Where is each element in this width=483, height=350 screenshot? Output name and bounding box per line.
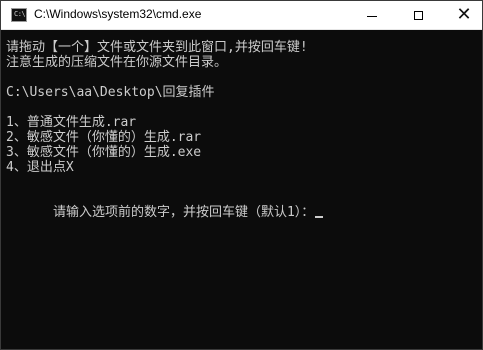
terminal-icon[interactable]: C:\: [11, 8, 27, 22]
console-output[interactable]: 请拖动【一个】文件或文件夹到此窗口,并按回车键! 注意生成的压缩文件在你源文件目…: [1, 30, 482, 349]
title-bar[interactable]: C:\ C:\Windows\system32\cmd.exe ✕: [1, 1, 482, 30]
console-line: 2、敏感文件（你懂的）生成.rar: [6, 130, 202, 145]
cmd-window: C:\ C:\Windows\system32\cmd.exe ✕ 请拖动【一个…: [0, 0, 483, 350]
console-line: 1、普通文件生成.rar: [6, 115, 137, 130]
console-line: 3、敏感文件（你懂的）生成.exe: [6, 145, 202, 160]
maximize-icon: [413, 11, 423, 20]
close-button[interactable]: ✕: [441, 1, 482, 30]
console-line: C:\Users\aa\Desktop\回复插件: [6, 85, 215, 100]
minimize-icon: [367, 16, 377, 17]
console-line: 4、退出点X: [6, 160, 74, 175]
window-title: C:\Windows\system32\cmd.exe: [34, 7, 202, 21]
maximize-button[interactable]: [395, 1, 441, 30]
minimize-button[interactable]: [349, 1, 395, 30]
vertical-scrollbar[interactable]: [466, 30, 482, 349]
console-line: 请拖动【一个】文件或文件夹到此窗口,并按回车键!: [6, 40, 308, 55]
console-prompt: 请输入选项前的数字，并按回车键（默认1）：: [52, 205, 315, 220]
text-cursor: [315, 216, 324, 218]
close-icon: ✕: [456, 3, 472, 25]
console-prompt-line[interactable]: 请输入选项前的数字，并按回车键（默认1）：: [6, 190, 482, 220]
console-line: 注意生成的压缩文件在你源文件目录。: [6, 55, 228, 70]
terminal-icon-label: C:\: [14, 10, 26, 18]
